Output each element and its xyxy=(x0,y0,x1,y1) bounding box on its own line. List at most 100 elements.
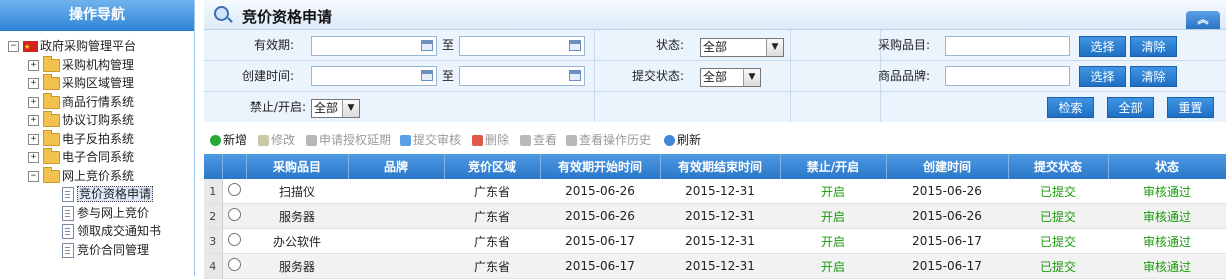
history-icon xyxy=(566,135,577,146)
row-select[interactable] xyxy=(222,179,246,204)
edit-label: 修改 xyxy=(271,133,296,147)
cell-region: 广东省 xyxy=(444,203,540,229)
column-header[interactable]: 禁止/开启 xyxy=(780,154,887,179)
column-header[interactable]: 状态 xyxy=(1108,154,1226,179)
submit-label: 提交审核 xyxy=(413,133,462,147)
cell-status: 审核通过 xyxy=(1108,179,1226,204)
refresh-button[interactable]: 刷新 xyxy=(664,128,701,152)
radio-button[interactable] xyxy=(227,258,241,271)
calendar-icon[interactable] xyxy=(569,40,581,51)
refresh-label: 刷新 xyxy=(677,133,702,147)
column-header[interactable]: 品牌 xyxy=(348,154,445,179)
add-icon xyxy=(210,135,221,146)
submit-status-label: 提交状态: xyxy=(631,69,684,83)
cell-created: 2015-06-26 xyxy=(886,203,1008,229)
calendar-icon xyxy=(306,135,317,146)
submit-review-button[interactable]: 提交审核 xyxy=(400,128,461,152)
cell-start: 2015-06-26 xyxy=(540,203,660,229)
expand-icon[interactable]: + xyxy=(28,96,39,108)
column-header[interactable]: 创建时间 xyxy=(886,154,1009,179)
tree-root-label: 政府采购管理平台 xyxy=(40,39,137,53)
table-row[interactable]: 4 服务器 广东省 2015-06-17 2015-12-31 开启 2015-… xyxy=(204,253,1226,279)
radio-button[interactable] xyxy=(227,208,241,221)
column-header[interactable]: 提交状态 xyxy=(1008,154,1109,179)
cell-status: 审核通过 xyxy=(1108,203,1226,229)
row-select[interactable] xyxy=(222,253,246,279)
sidebar-item-market[interactable]: + 商品行情系统 xyxy=(8,92,194,112)
valid-start-input[interactable] xyxy=(311,36,437,56)
cell-brand xyxy=(348,253,444,279)
clear-brand-button[interactable]: 清除 xyxy=(1130,66,1177,87)
table-row[interactable]: 1 扫描仪 广东省 2015-06-26 2015-12-31 开启 2015-… xyxy=(204,179,1226,204)
sidebar-item-label: 电子合同系统 xyxy=(62,150,135,164)
expand-icon[interactable]: + xyxy=(28,78,39,89)
sidebar-subitem-label: 竞价资格申请 xyxy=(77,186,154,202)
sidebar: 操作导航 − 政府采购管理平台 + 采购机构管理 + 采购区域管理 + 商品行情系统 +… xyxy=(0,0,195,276)
calendar-icon[interactable] xyxy=(569,70,581,81)
cell-submit-status: 已提交 xyxy=(1008,203,1108,229)
select-item-button[interactable]: 选择 xyxy=(1079,36,1126,57)
row-select[interactable] xyxy=(222,203,246,229)
search-button[interactable]: 检索 xyxy=(1047,97,1094,118)
column-header[interactable]: 采购品目 xyxy=(246,154,349,179)
row-select[interactable] xyxy=(222,228,246,254)
view-button[interactable]: 查看 xyxy=(520,128,557,152)
delete-label: 删除 xyxy=(485,133,510,147)
sidebar-item-reverse-auction[interactable]: + 电子反拍系统 xyxy=(8,129,194,149)
tree-root[interactable]: − 政府采购管理平台 xyxy=(8,37,194,57)
collapse-icon[interactable]: − xyxy=(8,41,19,52)
all-button[interactable]: 全部 xyxy=(1107,97,1154,118)
created-start-input[interactable] xyxy=(311,66,437,86)
valid-end-input[interactable] xyxy=(459,36,585,56)
upload-icon xyxy=(400,135,411,146)
table-row[interactable]: 2 服务器 广东省 2015-06-26 2015-12-31 开启 2015-… xyxy=(204,203,1226,229)
brand-input[interactable] xyxy=(945,66,1070,86)
expand-icon[interactable]: + xyxy=(28,133,39,145)
sidebar-item-contract[interactable]: + 电子合同系统 xyxy=(8,148,194,167)
table-row[interactable]: 3 办公软件 广东省 2015-06-17 2015-12-31 开启 2015… xyxy=(204,228,1226,254)
select-brand-button[interactable]: 选择 xyxy=(1079,66,1126,87)
sidebar-subitem-qualification[interactable]: 竞价资格申请 xyxy=(8,185,194,204)
row-number: 4 xyxy=(204,253,223,279)
toggle-label: 禁止/开启: xyxy=(249,100,306,114)
created-end-input[interactable] xyxy=(459,66,585,86)
reset-button[interactable]: 重置 xyxy=(1167,97,1214,118)
cell-brand xyxy=(348,203,444,229)
search-icon xyxy=(214,6,229,21)
sidebar-subitem-bid-contract[interactable]: 竞价合同管理 xyxy=(8,241,194,260)
column-header[interactable]: 有效期结束时间 xyxy=(660,154,781,179)
item-input[interactable] xyxy=(945,36,1070,56)
radio-button[interactable] xyxy=(227,233,241,246)
calendar-icon[interactable] xyxy=(421,70,433,81)
sidebar-subitem-label: 竞价合同管理 xyxy=(77,242,150,257)
clear-item-button[interactable]: 清除 xyxy=(1130,36,1177,57)
history-button[interactable]: 查看操作历史 xyxy=(566,128,651,152)
sidebar-subitem-notice[interactable]: 领取成交通知书 xyxy=(8,222,194,241)
expand-icon[interactable]: + xyxy=(28,59,39,71)
expand-icon[interactable]: + xyxy=(28,115,39,126)
sidebar-item-region[interactable]: + 采购区域管理 xyxy=(8,74,194,93)
extend-button[interactable]: 申请授权延期 xyxy=(306,128,391,152)
toggle-select[interactable]: 全部 ▼ xyxy=(311,99,360,118)
expand-icon[interactable]: + xyxy=(28,152,39,163)
submit-status-select[interactable]: 全部 ▼ xyxy=(700,68,761,87)
folder-icon xyxy=(43,148,60,164)
sidebar-subitem-join-bidding[interactable]: 参与网上竞价 xyxy=(8,204,194,223)
collapse-button[interactable]: ︽ xyxy=(1186,11,1220,29)
collapse-icon[interactable]: − xyxy=(28,170,39,182)
sidebar-item-agreement[interactable]: + 协议订购系统 xyxy=(8,111,194,130)
sidebar-item-org[interactable]: + 采购机构管理 xyxy=(8,55,194,75)
edit-button[interactable]: 修改 xyxy=(258,128,295,152)
calendar-icon[interactable] xyxy=(421,40,433,51)
cell-item: 服务器 xyxy=(246,203,348,229)
sidebar-item-online-bidding[interactable]: − 网上竞价系统 xyxy=(8,166,194,186)
add-button[interactable]: 新增 xyxy=(210,128,247,152)
delete-button[interactable]: 删除 xyxy=(472,128,509,152)
cell-item: 办公软件 xyxy=(246,228,348,254)
column-header[interactable]: 有效期开始时间 xyxy=(540,154,661,179)
document-icon xyxy=(62,242,74,258)
status-select[interactable]: 全部 ▼ xyxy=(700,38,784,57)
radio-button[interactable] xyxy=(227,183,241,196)
row-number: 2 xyxy=(204,203,223,229)
column-header[interactable]: 竞价区域 xyxy=(444,154,541,179)
